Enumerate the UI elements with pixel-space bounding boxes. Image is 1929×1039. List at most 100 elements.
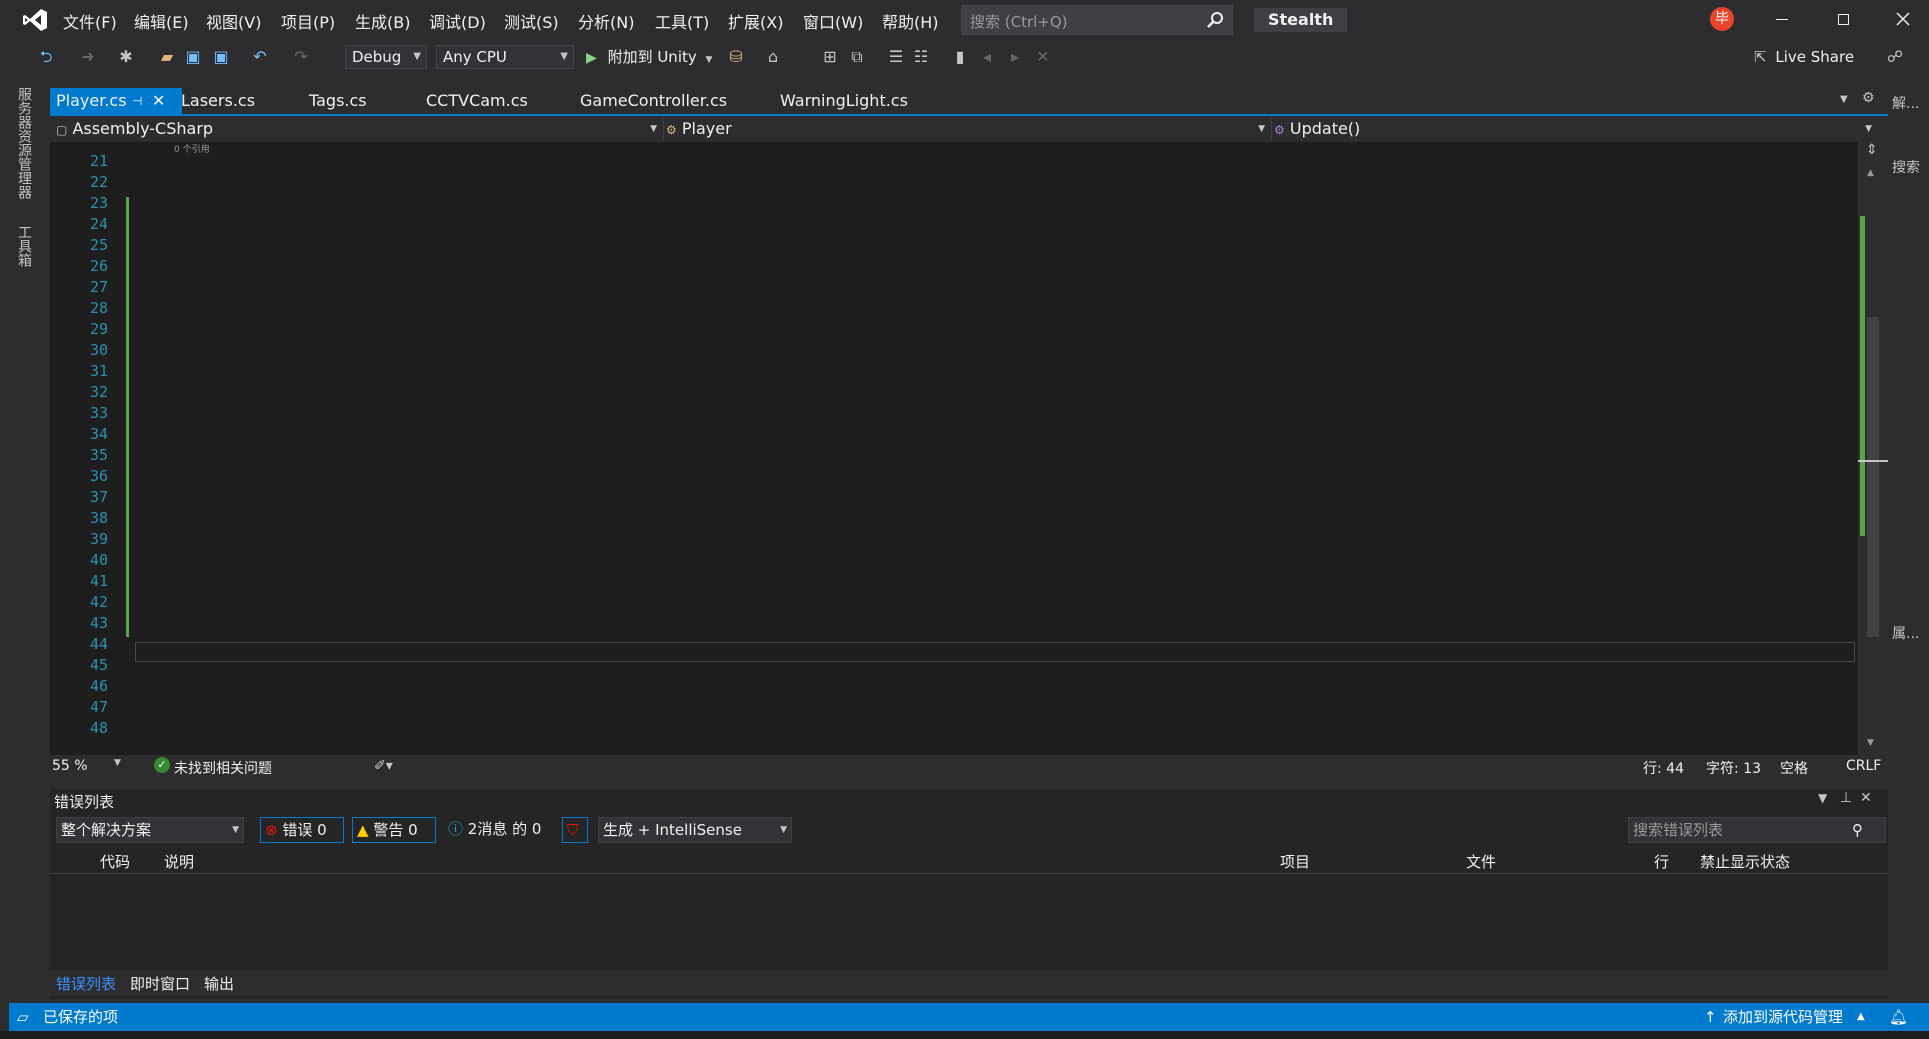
build-filter-dropdown[interactable]: 生成 + IntelliSense ▼ — [598, 817, 792, 843]
minimize-icon[interactable] — [1776, 19, 1788, 20]
column-file[interactable]: 文件 — [1466, 851, 1496, 872]
scroll-down-icon[interactable]: ▼ — [1867, 738, 1874, 748]
filter-icon[interactable]: ⛉ — [562, 817, 588, 843]
forward-icon[interactable]: ➜ — [78, 47, 98, 67]
column-suppression[interactable]: 禁止显示状态 — [1700, 851, 1790, 872]
project-dropdown[interactable]: ▢ Assembly-CSharp ▼ — [56, 118, 664, 140]
properties-tab[interactable]: 属... — [1892, 623, 1919, 643]
menu-help[interactable]: 帮助(H) — [882, 9, 939, 33]
column-indicator[interactable]: 字符: 13 — [1706, 758, 1761, 778]
line-ending-indicator[interactable]: CRLF — [1846, 758, 1881, 774]
column-project[interactable]: 项目 — [1280, 851, 1310, 872]
chevron-down-icon: ▼ — [650, 124, 657, 134]
redo-icon[interactable]: ↷ — [291, 47, 311, 67]
open-folder-icon[interactable]: ▰ — [157, 47, 177, 67]
tab-cctvcam[interactable]: CCTVCam.cs — [420, 88, 534, 114]
tab-overflow-icon[interactable]: ▼ — [1840, 94, 1848, 105]
tab-immediate-window[interactable]: 即时窗口 — [130, 973, 190, 994]
codelens-references[interactable]: 0 个引用 — [174, 142, 210, 155]
live-share-button[interactable]: ⇱ Live Share — [1754, 47, 1854, 67]
tab-player[interactable]: Player.cs ⊣ ✕ — [50, 88, 182, 114]
column-code[interactable]: 代码 — [100, 851, 130, 872]
next-bookmark-icon[interactable]: ▸ — [1005, 47, 1025, 67]
messages-filter-button[interactable]: ⓘ 2消息 的 0 — [444, 817, 556, 843]
close-icon[interactable]: ✕ — [1860, 790, 1872, 806]
editor-scrollbar[interactable]: ⇕ ▲ ▼ — [1858, 142, 1888, 755]
format-icon[interactable]: ⊞ — [820, 47, 840, 67]
tab-output[interactable]: 输出 — [204, 973, 234, 994]
code-editor[interactable]: 21 22 23 24 25 26 27 28 29 30 31 32 33 3… — [50, 142, 1858, 755]
menu-file[interactable]: 文件(F) — [63, 9, 117, 33]
menu-test[interactable]: 测试(S) — [504, 9, 559, 33]
settings-icon[interactable]: ⚙ — [1862, 90, 1875, 106]
menu-project[interactable]: 项目(P) — [281, 9, 335, 33]
solution-explorer-tab[interactable]: 解... — [1892, 93, 1919, 113]
restore-icon[interactable] — [1838, 14, 1849, 25]
new-project-icon[interactable]: ✱ — [116, 47, 136, 67]
platform-dropdown[interactable]: Any CPU ▼ — [436, 45, 574, 69]
issues-status[interactable]: 未找到相关问题 — [174, 758, 272, 778]
scope-dropdown[interactable]: 整个解决方案 ▼ — [56, 817, 244, 843]
scroll-thumb[interactable] — [1867, 317, 1879, 637]
indent-icon[interactable]: ☰ — [886, 47, 906, 67]
member-dropdown[interactable]: ⚙ Update() ▼ — [1274, 118, 1878, 140]
prev-bookmark-icon[interactable]: ◂ — [977, 47, 997, 67]
tab-warninglight[interactable]: WarningLight.cs — [774, 88, 914, 114]
tab-error-list[interactable]: 错误列表 — [56, 973, 116, 994]
errors-filter-button[interactable]: ⊗ 错误 0 — [260, 817, 344, 843]
close-icon[interactable]: ✕ — [152, 88, 165, 114]
scroll-up-icon[interactable]: ▲ — [1867, 168, 1874, 178]
solution-explorer-icon[interactable]: ⌂ — [763, 47, 783, 67]
menu-extensions[interactable]: 扩展(X) — [728, 9, 783, 33]
column-line[interactable]: 行 — [1654, 851, 1669, 872]
search-tab[interactable]: 搜索 — [1892, 157, 1920, 177]
line-number: 48 — [89, 719, 108, 737]
clear-bookmarks-icon[interactable]: ✕ — [1033, 47, 1053, 67]
menu-edit[interactable]: 编辑(E) — [134, 9, 189, 33]
class-dropdown[interactable]: ⚙ Player ▼ — [666, 118, 1272, 140]
chevron-down-icon[interactable]: ▼ — [114, 758, 121, 768]
document-tabs: Player.cs ⊣ ✕ Lasers.cs Tags.cs CCTVCam.… — [50, 88, 1888, 116]
menu-analyze[interactable]: 分析(N) — [578, 9, 634, 33]
server-explorer-tab[interactable]: 服务器资源管理器 — [14, 87, 34, 199]
tab-gamecontroller[interactable]: GameController.cs — [574, 88, 733, 114]
zoom-level[interactable]: 55 % — [52, 758, 88, 774]
back-icon[interactable]: ⮌ — [36, 47, 56, 67]
config-dropdown[interactable]: Debug ▼ — [345, 45, 427, 69]
column-description[interactable]: 说明 — [164, 851, 194, 872]
menu-tools[interactable]: 工具(T) — [655, 9, 709, 33]
run-button[interactable]: ▶ 附加到 Unity ▼ — [586, 45, 712, 69]
user-avatar[interactable]: 毕 — [1710, 7, 1734, 31]
toolbox-tab[interactable]: 工具箱 — [14, 225, 34, 267]
source-control-button[interactable]: 添加到源代码管理 — [1723, 1003, 1843, 1031]
tab-tags[interactable]: Tags.cs — [303, 88, 373, 114]
close-icon[interactable] — [1893, 9, 1913, 29]
undo-icon[interactable]: ↶ — [250, 47, 270, 67]
pin-icon[interactable]: ⊥ — [1840, 790, 1852, 806]
error-search-input[interactable]: 搜索错误列表 ⚲ — [1628, 817, 1886, 843]
outdent-icon[interactable]: ☷ — [911, 47, 931, 67]
tab-lasers[interactable]: Lasers.cs — [175, 88, 261, 114]
menu-build[interactable]: 生成(B) — [355, 9, 410, 33]
menu-view[interactable]: 视图(V) — [206, 9, 261, 33]
save-all-icon[interactable]: ▣ — [211, 47, 231, 67]
browse-icon[interactable]: ⛁ — [726, 47, 746, 67]
bookmark-icon[interactable]: ▮ — [950, 47, 970, 67]
notification-bell-icon[interactable]: 🔔︎ — [1889, 1003, 1908, 1031]
line-indicator[interactable]: 行: 44 — [1643, 758, 1684, 778]
whitespace-indicator[interactable]: 空格 — [1780, 758, 1808, 778]
menu-debug[interactable]: 调试(D) — [429, 9, 486, 33]
brush-icon[interactable]: ✐▾ — [374, 758, 393, 774]
feedback-icon[interactable]: ☍ — [1885, 47, 1905, 67]
split-icon[interactable]: ⇕ — [1866, 142, 1878, 158]
search-input[interactable]: 搜索 (Ctrl+Q) — [961, 5, 1233, 35]
pin-icon[interactable]: ⊣ — [132, 88, 142, 114]
panel-menu-icon[interactable]: ▼ — [1818, 791, 1827, 805]
save-icon[interactable]: ▣ — [183, 47, 203, 67]
menu-window[interactable]: 窗口(W) — [803, 9, 863, 33]
warnings-filter-button[interactable]: ▲ 警告 0 — [352, 817, 436, 843]
chevron-up-icon[interactable]: ▲ — [1857, 1003, 1865, 1031]
search-icon: ⚲ — [1852, 821, 1863, 839]
compare-icon[interactable]: ⧉ — [847, 47, 867, 67]
vs-logo-icon[interactable] — [22, 7, 48, 33]
